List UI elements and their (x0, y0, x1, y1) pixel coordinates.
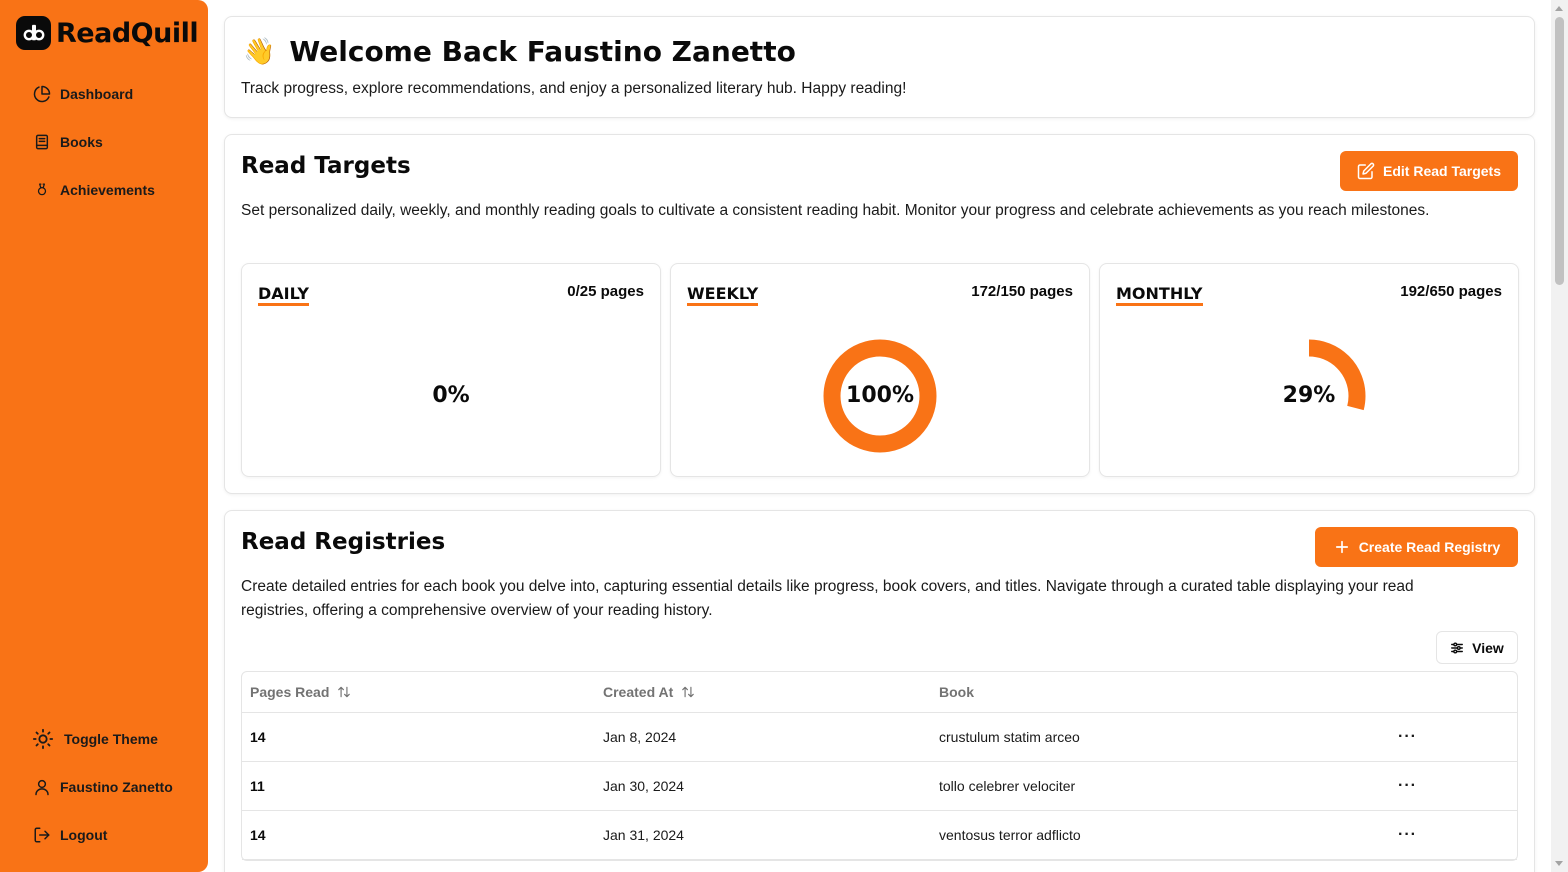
book-cell: crustulum statim arceo (939, 729, 1080, 745)
read-targets-card: Read Targets Edit Read Targets Set perso… (224, 134, 1535, 494)
page-title: 👋 Welcome Back Faustino Zanetto (243, 35, 796, 68)
pages-read-cell: 14 (250, 827, 266, 843)
create-read-registry-label: Create Read Registry (1358, 539, 1501, 555)
table-row[interactable]: 14 Jan 8, 2024 crustulum statim arceo ··… (242, 713, 1517, 762)
daily-progress-ring: 0% (391, 336, 511, 456)
sliders-icon (1450, 641, 1464, 655)
column-header-created-at[interactable]: Created At (603, 672, 695, 712)
table-row[interactable]: 14 Jan 31, 2024 ventosus terror adflicto… (242, 811, 1517, 860)
scroll-down-arrow[interactable] (1555, 861, 1563, 866)
pages-read-cell: 11 (250, 778, 265, 794)
logout-button[interactable]: Logout (32, 823, 107, 847)
app-name: ReadQuill (56, 17, 199, 49)
waving-hand-icon: 👋 (243, 36, 276, 67)
monthly-progress-ring: 29% (1249, 336, 1369, 456)
pages-read-cell: 14 (250, 729, 266, 745)
column-header-pages-read[interactable]: Pages Read (250, 672, 351, 712)
welcome-subtitle: Track progress, explore recommendations,… (241, 80, 907, 97)
welcome-title-text: Welcome Back Faustino Zanetto (289, 35, 796, 68)
toggle-theme-label: Toggle Theme (64, 731, 158, 747)
sidebar-item-achievements[interactable]: Achievements (32, 178, 155, 202)
column-header-book: Book (939, 672, 974, 712)
daily-count: 0/25 pages (567, 283, 644, 300)
monthly-label: MONTHLY (1116, 284, 1203, 306)
daily-percent: 0% (432, 383, 470, 408)
weekly-count: 172/150 pages (971, 283, 1073, 300)
sidebar-item-label: Achievements (60, 182, 155, 198)
column-header-label: Book (939, 684, 974, 700)
book-icon (32, 132, 52, 152)
logo-icon (16, 16, 51, 50)
column-header-label: Created At (603, 684, 674, 700)
book-cell: ventosus terror adflicto (939, 827, 1081, 843)
logout-label: Logout (60, 827, 108, 843)
daily-label: DAILY (258, 284, 309, 306)
created-at-cell: Jan 8, 2024 (603, 729, 677, 745)
read-targets-title: Read Targets (241, 153, 411, 179)
create-read-registry-button[interactable]: Create Read Registry (1315, 527, 1518, 567)
sidebar-item-dashboard[interactable]: Dashboard (32, 82, 133, 106)
table-row[interactable]: 11 Jan 30, 2024 tollo celebrer velociter… (242, 762, 1517, 811)
logout-icon (32, 825, 52, 845)
sidebar-item-books[interactable]: Books (32, 130, 103, 154)
read-targets-description: Set personalized daily, weekly, and mont… (241, 202, 1430, 219)
created-at-cell: Jan 30, 2024 (603, 778, 684, 794)
weekly-percent: 100% (846, 383, 914, 408)
table-header-row: Pages Read Created At Book (242, 672, 1517, 713)
weekly-label: WEEKLY (687, 284, 759, 306)
column-header-label: Pages Read (250, 684, 330, 700)
weekly-target-card: WEEKLY 172/150 pages 100% (670, 263, 1090, 477)
sun-icon (32, 728, 54, 750)
page-scrollbar[interactable] (1551, 0, 1568, 872)
read-registries-description: Create detailed entries for each book yo… (241, 578, 1414, 619)
created-at-cell: Jan 31, 2024 (603, 827, 684, 843)
row-actions-menu-button[interactable]: ··· (1398, 713, 1417, 761)
user-name: Faustino Zanetto (60, 779, 173, 795)
scroll-thumb[interactable] (1555, 17, 1564, 285)
view-options-label: View (1472, 639, 1504, 656)
sidebar: ReadQuill Dashboard Books Achievements T… (0, 0, 208, 872)
user-profile-item[interactable]: Faustino Zanetto (32, 775, 173, 799)
row-actions-menu-button[interactable]: ··· (1398, 762, 1417, 810)
pie-chart-icon (32, 84, 52, 104)
plus-icon (1333, 538, 1351, 556)
edit-read-targets-label: Edit Read Targets (1383, 163, 1501, 179)
sort-icon[interactable] (337, 685, 351, 699)
book-cell: tollo celebrer velociter (939, 778, 1076, 794)
monthly-target-card: MONTHLY 192/650 pages 29% (1099, 263, 1519, 477)
daily-target-card: DAILY 0/25 pages 0% (241, 263, 661, 477)
read-registries-title: Read Registries (241, 529, 446, 555)
toggle-theme-button[interactable]: Toggle Theme (32, 727, 158, 751)
read-registries-card: Read Registries Create Read Registry Cre… (224, 510, 1535, 872)
scroll-up-arrow[interactable] (1555, 6, 1563, 11)
monthly-count: 192/650 pages (1400, 283, 1502, 300)
edit-icon (1357, 162, 1375, 180)
view-options-button[interactable]: View (1436, 631, 1518, 664)
registries-table: Pages Read Created At Book 14 Jan 8, 202… (241, 671, 1518, 861)
weekly-progress-ring: 100% (820, 336, 940, 456)
sidebar-item-label: Dashboard (60, 86, 134, 102)
user-icon (32, 777, 52, 797)
sidebar-item-label: Books (60, 134, 103, 150)
app-logo[interactable]: ReadQuill (16, 16, 199, 50)
welcome-card: 👋 Welcome Back Faustino Zanetto Track pr… (224, 16, 1535, 118)
edit-read-targets-button[interactable]: Edit Read Targets (1340, 151, 1518, 191)
sort-icon[interactable] (681, 685, 695, 699)
row-actions-menu-button[interactable]: ··· (1398, 811, 1417, 859)
award-icon (32, 180, 52, 200)
monthly-percent: 29% (1282, 383, 1336, 408)
